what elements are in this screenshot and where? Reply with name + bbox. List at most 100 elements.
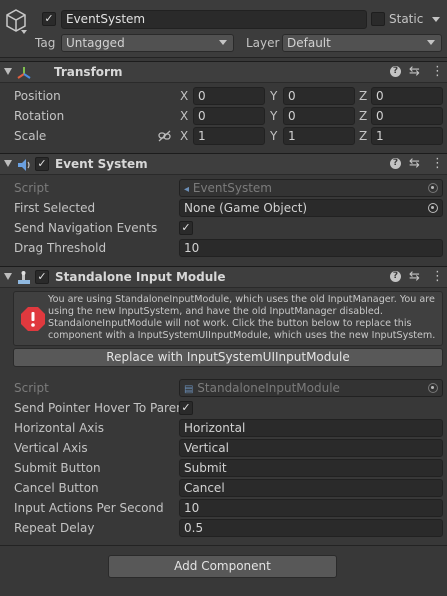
input-actions-input[interactable]: 10 — [179, 499, 443, 517]
rotation-label: Rotation — [14, 109, 65, 123]
axis-z-label: Z — [359, 129, 368, 143]
input-actions-row: Input Actions Per Second 10 — [0, 498, 447, 518]
input-module-title: Standalone Input Module — [55, 270, 226, 284]
position-label: Position — [14, 89, 61, 103]
help-icon[interactable]: ? — [390, 271, 401, 282]
axis-x-label: X — [180, 129, 189, 143]
im-script-field: ▤ StandaloneInputModule — [179, 379, 443, 397]
foldout-arrow-icon[interactable] — [4, 68, 12, 75]
scale-z-input[interactable]: 1 — [371, 127, 443, 145]
input-module-header[interactable]: ✓ Standalone Input Module ? ⇆ ⋮ — [0, 266, 447, 288]
input-module-enabled-toggle[interactable]: ✓ — [35, 270, 49, 284]
axis-x-label: X — [180, 109, 189, 123]
tag-label: Tag — [35, 36, 56, 50]
chevron-down-icon — [219, 40, 227, 45]
help-icon[interactable]: ? — [390, 158, 401, 169]
object-picker-icon[interactable] — [428, 203, 438, 213]
first-selected-value: None (Game Object) — [184, 201, 308, 215]
repeat-delay-input[interactable]: 0.5 — [179, 519, 443, 537]
chevron-down-icon[interactable] — [21, 30, 27, 34]
gameobject-name-input[interactable]: EventSystem — [61, 10, 367, 29]
repeat-delay-row: Repeat Delay 0.5 — [0, 518, 447, 538]
cancel-button-input[interactable]: Cancel — [179, 479, 443, 497]
submit-button-input[interactable]: Submit — [179, 459, 443, 477]
static-toggle[interactable] — [371, 12, 385, 26]
rotation-y-input[interactable]: 0 — [283, 107, 355, 125]
add-component-button[interactable]: Add Component — [108, 555, 337, 578]
script-file-icon: ◂ — [184, 184, 190, 195]
event-system-icon — [16, 157, 32, 173]
presets-icon[interactable]: ⇆ — [409, 64, 420, 79]
axis-y-label: Y — [270, 89, 278, 103]
drag-threshold-label: Drag Threshold — [14, 241, 107, 255]
first-selected-label: First Selected — [14, 201, 96, 215]
axis-z-label: Z — [359, 109, 368, 123]
presets-icon[interactable]: ⇆ — [409, 269, 420, 284]
scale-label: Scale — [14, 129, 47, 143]
es-script-row: Script ◂ EventSystem — [0, 178, 447, 198]
axis-y-label: Y — [270, 129, 278, 143]
vertical-axis-label: Vertical Axis — [14, 441, 88, 455]
position-row: Position X 0 Y 0 Z 0 — [0, 86, 447, 106]
transform-title: Transform — [54, 65, 123, 79]
scale-row: Scale X 1 Y 1 Z 1 — [0, 126, 447, 146]
error-icon — [20, 306, 46, 332]
object-picker-icon — [428, 183, 438, 193]
horizontal-axis-input[interactable]: Horizontal — [179, 419, 443, 437]
layer-dropdown[interactable]: Default — [282, 34, 442, 52]
replace-module-button[interactable]: Replace with InputSystemUIInputModule — [13, 348, 443, 367]
event-system-header[interactable]: ✓ Event System ? ⇆ ⋮ — [0, 153, 447, 175]
send-nav-row: Send Navigation Events ✓ — [0, 218, 447, 238]
scale-x-input[interactable]: 1 — [193, 127, 265, 145]
kebab-menu-icon[interactable]: ⋮ — [431, 269, 444, 284]
submit-button-label: Submit Button — [14, 461, 101, 475]
tag-value: Untagged — [66, 36, 125, 50]
hover-checkbox[interactable]: ✓ — [179, 401, 193, 415]
transform-header[interactable]: Transform ? ⇆ ⋮ — [0, 61, 447, 83]
axis-z-label: Z — [359, 89, 368, 103]
cancel-button-row: Cancel Button Cancel — [0, 478, 447, 498]
kebab-menu-icon[interactable]: ⋮ — [431, 64, 444, 79]
axis-x-label: X — [180, 89, 189, 103]
foldout-arrow-icon[interactable] — [4, 273, 12, 280]
presets-icon[interactable]: ⇆ — [409, 156, 420, 171]
position-y-input[interactable]: 0 — [283, 87, 355, 105]
script-label: Script — [14, 381, 49, 395]
tag-dropdown[interactable]: Untagged — [61, 34, 234, 52]
horizontal-axis-row: Horizontal Axis Horizontal — [0, 418, 447, 438]
transform-axes-icon — [16, 65, 32, 81]
warning-text: You are using StandaloneInputModule, whi… — [48, 294, 436, 341]
submit-button-row: Submit Button Submit — [0, 458, 447, 478]
gameobject-header: ✓ EventSystem Static Tag Untagged Layer … — [0, 0, 447, 58]
warning-helpbox: You are using StandaloneInputModule, whi… — [13, 291, 443, 346]
input-module-icon — [16, 270, 32, 286]
link-icon[interactable] — [158, 130, 171, 142]
position-z-input[interactable]: 0 — [371, 87, 443, 105]
layer-value: Default — [287, 36, 331, 50]
foldout-arrow-icon[interactable] — [4, 160, 12, 167]
kebab-menu-icon[interactable]: ⋮ — [431, 156, 444, 171]
rotation-z-input[interactable]: 0 — [371, 107, 443, 125]
layer-label: Layer — [246, 36, 280, 50]
rotation-x-input[interactable]: 0 — [193, 107, 265, 125]
axis-y-label: Y — [270, 109, 278, 123]
static-label: Static — [389, 12, 424, 26]
gameobject-active-toggle[interactable]: ✓ — [42, 12, 56, 26]
object-picker-icon — [428, 383, 438, 393]
help-icon[interactable]: ? — [390, 66, 401, 77]
drag-threshold-input[interactable]: 10 — [179, 239, 443, 257]
event-system-enabled-toggle[interactable]: ✓ — [35, 157, 49, 171]
component-divider — [0, 545, 447, 546]
vertical-axis-input[interactable]: Vertical — [179, 439, 443, 457]
scale-y-input[interactable]: 1 — [283, 127, 355, 145]
send-nav-checkbox[interactable]: ✓ — [179, 221, 193, 235]
send-nav-label: Send Navigation Events — [14, 221, 158, 235]
vertical-axis-row: Vertical Axis Vertical — [0, 438, 447, 458]
hover-label: Send Pointer Hover To Paren — [14, 401, 184, 415]
first-selected-field[interactable]: None (Game Object) — [179, 199, 443, 217]
static-dropdown-icon[interactable] — [432, 17, 440, 22]
script-file-icon: ▤ — [184, 384, 194, 395]
cancel-button-label: Cancel Button — [14, 481, 99, 495]
event-system-title: Event System — [55, 157, 148, 171]
position-x-input[interactable]: 0 — [193, 87, 265, 105]
